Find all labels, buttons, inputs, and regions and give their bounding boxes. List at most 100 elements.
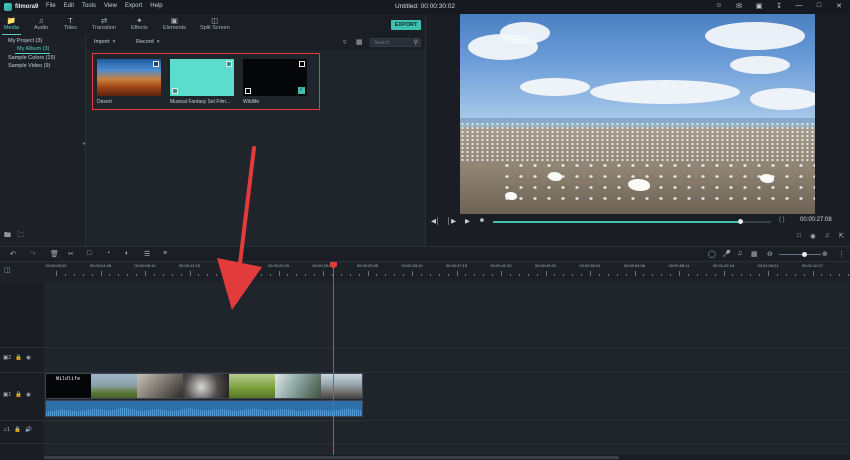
display-icon[interactable]: □ <box>797 232 801 240</box>
grid-view-icon[interactable]: ▦ <box>356 38 363 46</box>
media-thumb-desert[interactable] <box>97 59 161 96</box>
tree-my-project[interactable]: My Project (3) <box>8 38 42 44</box>
media-thumb-musical[interactable] <box>170 59 234 96</box>
playhead-line[interactable] <box>333 262 334 460</box>
color-icon[interactable]: ◐ <box>125 250 129 257</box>
user-icon[interactable]: ☺ <box>714 2 724 10</box>
add-folder-icon[interactable]: 🖿 <box>4 231 11 242</box>
snapshot-icon[interactable]: ◉ <box>810 232 816 240</box>
ruler-label: 00:01:02:16 <box>712 263 735 268</box>
play-icon[interactable]: ▶ <box>465 217 470 225</box>
export-button[interactable]: EXPORT <box>391 20 421 30</box>
stop-icon[interactable]: ■ <box>480 217 484 224</box>
adjust-icon[interactable]: ≡ <box>163 250 167 257</box>
arrow-head <box>217 258 262 310</box>
tab-transition[interactable]: ⇄ Transition <box>92 16 116 31</box>
music-note-icon: ♫ <box>38 16 44 25</box>
tab-titles[interactable]: T Titles <box>64 16 77 31</box>
eye-icon[interactable]: ◉ <box>26 392 31 398</box>
media-thumb-wildlife[interactable]: ✓ <box>243 59 307 96</box>
redo-icon[interactable]: ↷ <box>30 250 36 258</box>
menu-edit[interactable]: Edit <box>64 3 74 9</box>
undo-icon[interactable]: ↶ <box>10 250 16 258</box>
eye-icon[interactable]: ◉ <box>26 355 31 361</box>
add-track-icon[interactable]: ◫ <box>4 266 11 274</box>
folder-link-icon[interactable]: 🗀 <box>17 231 24 242</box>
minimize-icon[interactable]: — <box>794 2 804 10</box>
delete-icon[interactable]: 🗑 <box>50 250 59 258</box>
timeline-horizontal-scrollbar[interactable] <box>44 455 850 460</box>
ruler-minor-tick <box>616 274 618 276</box>
preview-timecode: 00:00:27:08 <box>800 217 832 223</box>
tab-elements[interactable]: ▣ Elements <box>163 16 186 31</box>
restore-icon[interactable]: □ <box>814 2 824 10</box>
ruler-label: 00:00:00:00 <box>45 263 67 268</box>
render-icon[interactable]: ▦ <box>751 250 758 258</box>
ruler-tick <box>189 271 191 276</box>
audio-mixer-icon[interactable]: ☰ <box>144 250 150 258</box>
menu-view[interactable]: View <box>104 3 117 9</box>
speed-icon[interactable]: ◔ <box>106 250 110 257</box>
fullscreen-icon[interactable]: ⇱ <box>839 232 844 240</box>
download-icon[interactable]: ↧ <box>774 2 784 10</box>
tab-split-screen[interactable]: ◫ Split Screen <box>200 16 230 31</box>
menu-export[interactable]: Export <box>125 3 142 9</box>
ruler-minor-tick <box>705 274 707 276</box>
ruler-label: 00:00:58:11 <box>668 263 690 268</box>
lock-icon[interactable]: 🔒 <box>15 392 22 398</box>
microphone-icon[interactable]: 🎤 <box>722 250 731 258</box>
scrollbar-thumb[interactable] <box>44 456 619 459</box>
clip-frame <box>91 374 137 398</box>
mark-in-out-icon[interactable]: { } <box>779 217 785 223</box>
library-actions: 🖿 🗀 <box>4 231 24 242</box>
cut-icon[interactable]: ✂ <box>68 250 74 258</box>
preview-progress-handle[interactable] <box>737 219 743 224</box>
tree-my-album[interactable]: My Album (3) <box>17 46 49 52</box>
crop-icon[interactable]: □ <box>87 250 91 257</box>
timeline-menu-icon[interactable]: ⋮ <box>838 250 845 258</box>
tree-sample-colors[interactable]: Sample Colors (15) <box>8 55 55 61</box>
lock-icon[interactable]: 🔒 <box>15 355 22 361</box>
zoom-in-icon[interactable]: ⊕ <box>822 250 828 258</box>
close-icon[interactable]: ✕ <box>834 2 844 10</box>
timeline-video-clip-wildlife[interactable]: Wildlife <box>45 373 363 399</box>
step-back-icon[interactable]: ◀│ <box>431 217 440 225</box>
filter-icon[interactable]: ▿ <box>343 38 347 46</box>
menu-tools[interactable]: Tools <box>82 3 96 9</box>
chevron-down-icon: ▾ <box>156 39 160 45</box>
menu-help[interactable]: Help <box>150 3 162 9</box>
zoom-slider[interactable] <box>779 252 821 257</box>
save-icon[interactable]: ▣ <box>754 2 764 10</box>
step-forward-icon[interactable]: │▶ <box>447 217 456 225</box>
ruler-minor-tick <box>625 274 627 276</box>
ruler-minor-tick <box>581 274 583 276</box>
speaker-icon[interactable]: 🔊 <box>25 427 32 433</box>
lock-icon[interactable]: 🔒 <box>14 427 21 433</box>
shield-icon[interactable]: ◯ <box>708 250 716 258</box>
menu-file[interactable]: File <box>46 3 56 9</box>
search-input[interactable]: Search ⚲ <box>370 38 421 47</box>
timeline-tracks[interactable] <box>44 282 850 460</box>
tree-sample-video[interactable]: Sample Video (9) <box>8 63 50 69</box>
volume-icon[interactable]: ♫ <box>825 232 830 240</box>
notification-icon[interactable]: ✉ <box>734 2 744 10</box>
preview-progress-bar[interactable] <box>493 219 771 224</box>
tab-media[interactable]: 📁 Media <box>2 16 21 35</box>
import-dropdown[interactable]: Import ▾ <box>94 39 115 45</box>
zoom-slider-handle[interactable] <box>801 252 807 257</box>
video-bird <box>628 179 650 191</box>
title-bar: filmora9 File Edit Tools View Export Hel… <box>0 0 850 14</box>
tab-audio[interactable]: ♫ Audio <box>34 16 48 31</box>
video-bird-colony <box>460 122 815 162</box>
voiceover-icon[interactable]: ♫ <box>737 250 742 257</box>
ruler-minor-tick <box>661 274 663 276</box>
preview-video[interactable] <box>460 14 815 214</box>
zoom-out-icon[interactable]: ⊖ <box>767 250 773 258</box>
timeline-ruler[interactable]: 00:00:00:00 00:00:04:05 00:00:08:10 00:00:1… <box>44 262 850 282</box>
ruler-tick <box>278 271 280 276</box>
tab-effects[interactable]: ✦ Effects <box>131 16 148 31</box>
timeline-audio-clip[interactable] <box>45 400 363 417</box>
text-icon: T <box>68 16 73 25</box>
record-dropdown[interactable]: Record ▾ <box>136 39 160 45</box>
ruler-minor-tick <box>696 274 698 276</box>
